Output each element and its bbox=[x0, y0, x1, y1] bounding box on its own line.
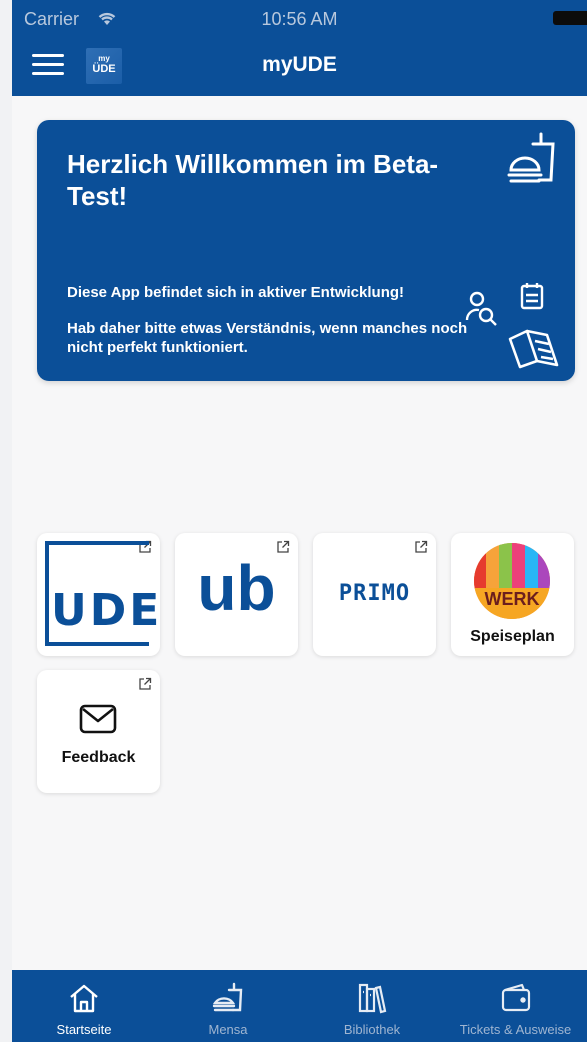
wallet-icon bbox=[501, 983, 530, 1012]
welcome-banner: Herzlich Willkommen im Beta-Test! Diese … bbox=[37, 120, 575, 381]
tile-feedback[interactable]: Feedback bbox=[37, 670, 160, 793]
feedback-label: Feedback bbox=[61, 749, 136, 766]
werk-logo-text: WERK bbox=[485, 589, 540, 609]
tab-label-tickets: Tickets & Ausweise bbox=[459, 1022, 572, 1037]
tile-ub[interactable]: ub bbox=[175, 533, 298, 656]
home-icon bbox=[70, 984, 98, 1013]
external-link-icon bbox=[415, 540, 428, 553]
calendar-icon bbox=[520, 283, 544, 310]
banner-text-1: Diese App befindet sich in aktiver Entwi… bbox=[67, 284, 405, 301]
battery-icon bbox=[553, 11, 587, 25]
ub-logo-text: ub bbox=[197, 552, 276, 624]
book-icon bbox=[508, 329, 559, 369]
app-screen: Carrier 10:56 AM my ÜDE myUDE Herzlich W… bbox=[12, 0, 587, 1042]
tab-label-bibliothek: Bibliothek bbox=[343, 1022, 401, 1037]
primo-logo-text: PRIMO bbox=[338, 581, 411, 606]
meal-tray-icon bbox=[507, 132, 555, 183]
burger-icon bbox=[212, 982, 243, 1012]
clock: 10:56 AM bbox=[261, 9, 338, 29]
tab-bar: Startseite Mensa Bibliothek Tickets & Au… bbox=[12, 970, 587, 1042]
top-bar: Carrier 10:56 AM my ÜDE myUDE bbox=[12, 0, 587, 96]
tile-primo[interactable]: PRIMO bbox=[313, 533, 436, 656]
banner-text-2: Hab daher bitte etwas Verständnis, wenn … bbox=[67, 320, 468, 356]
library-icon bbox=[358, 983, 387, 1014]
external-link-icon bbox=[139, 677, 152, 690]
tile-ude[interactable]: UDE bbox=[37, 533, 160, 656]
status-bar: Carrier 10:56 AM bbox=[12, 0, 587, 36]
tab-mensa[interactable]: Mensa bbox=[156, 970, 300, 1042]
tab-bibliothek[interactable]: Bibliothek bbox=[300, 970, 444, 1042]
tab-label-startseite: Startseite bbox=[56, 1022, 112, 1037]
page-title: myUDE bbox=[262, 53, 337, 76]
mail-icon bbox=[79, 704, 117, 734]
speiseplan-label: Speiseplan bbox=[470, 628, 555, 645]
banner-title: Herzlich Willkommen im Beta-Test! bbox=[67, 149, 439, 211]
nav-bar: my ÜDE myUDE bbox=[12, 36, 587, 96]
werk-logo: WERK bbox=[474, 543, 550, 619]
person-search-icon bbox=[465, 291, 497, 326]
ude-logo-text: UDE bbox=[51, 585, 163, 636]
tab-label-mensa: Mensa bbox=[208, 1022, 248, 1037]
tab-tickets[interactable]: Tickets & Ausweise bbox=[444, 970, 587, 1042]
left-gutter bbox=[0, 0, 12, 1042]
tile-speiseplan[interactable]: WERK Speiseplan bbox=[451, 533, 574, 656]
tab-startseite[interactable]: Startseite bbox=[12, 970, 156, 1042]
